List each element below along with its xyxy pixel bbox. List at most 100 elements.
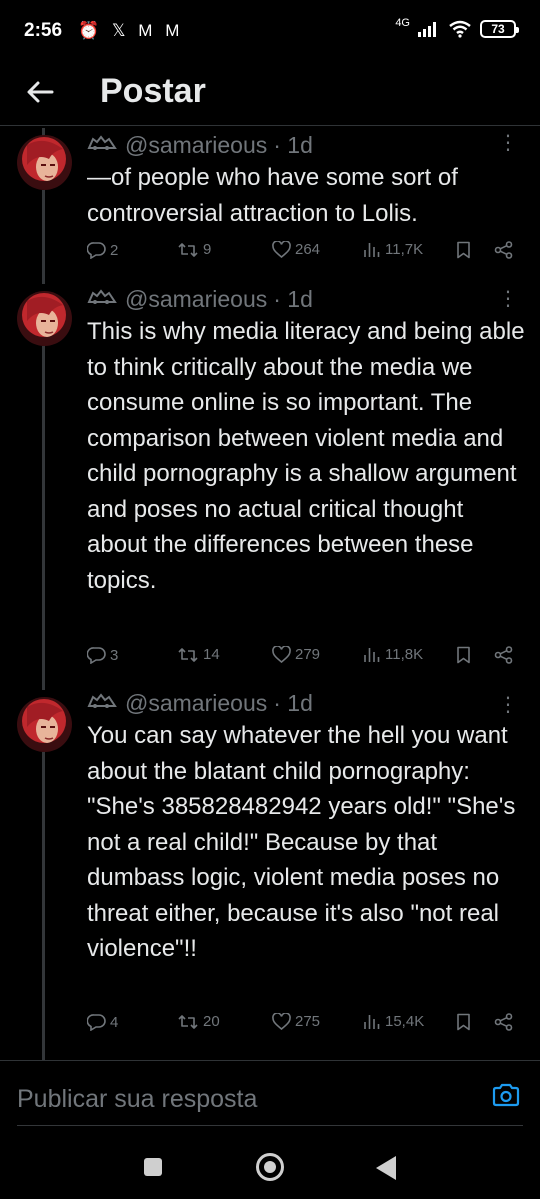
repost-button[interactable]: 14	[177, 646, 220, 663]
like-button[interactable]: 264	[272, 241, 320, 258]
repost-icon	[178, 647, 198, 662]
repost-count: 14	[203, 646, 220, 663]
reply-icon	[87, 242, 106, 259]
like-count: 279	[295, 646, 321, 663]
tweet-time[interactable]: · 1d	[273, 690, 313, 717]
reply-icon	[87, 1014, 106, 1031]
bookmark-button[interactable]	[456, 241, 471, 259]
like-icon	[272, 646, 291, 663]
bookmark-icon	[457, 1013, 470, 1031]
status-time: 2:56	[24, 20, 63, 41]
more-icon[interactable]: ⋮	[498, 289, 518, 309]
tweet-time[interactable]: · 1d	[273, 132, 313, 159]
reply-count: 4	[110, 1013, 119, 1031]
repost-icon	[178, 242, 198, 257]
tweet-meta: @samarieous · 1d	[87, 132, 313, 159]
recents-button[interactable]	[144, 1158, 162, 1176]
share-icon	[494, 1013, 513, 1031]
like-count: 264	[295, 241, 321, 258]
tweet-handle[interactable]: @samarieous	[125, 286, 267, 313]
network-label: 4G	[395, 17, 410, 29]
views-icon	[364, 1015, 380, 1029]
tweet[interactable]: @samarieous · 1d ⋮ This is why media lit…	[0, 284, 540, 680]
like-button[interactable]: 275	[272, 1013, 320, 1030]
tweet-actions: 3 14 279 11,8K	[87, 646, 520, 670]
system-back-button[interactable]	[376, 1156, 396, 1180]
tweet-text: —of people who have some sort of controv…	[87, 164, 458, 227]
reply-underline	[17, 1125, 523, 1126]
views-count: 15,4K	[385, 1013, 425, 1030]
repost-icon	[178, 1014, 198, 1029]
avatar-image	[17, 135, 72, 190]
tweet[interactable]: @samarieous · 1d ⋮ —of people who have s…	[0, 128, 540, 276]
views-count: 11,7K	[385, 241, 424, 258]
repost-button[interactable]: 9	[177, 241, 211, 258]
battery-level: 73	[491, 22, 505, 36]
status-right: 4G 73	[395, 17, 519, 38]
user-emoji-icon	[87, 132, 117, 159]
tweet-actions: 4 20 275 15,4K	[87, 1013, 520, 1037]
avatar[interactable]	[17, 135, 72, 190]
like-icon	[272, 1013, 291, 1030]
wifi-icon	[449, 20, 471, 38]
share-button[interactable]	[494, 241, 513, 259]
header: Postar	[0, 62, 540, 126]
tweet[interactable]: @samarieous · 1d ⋮ You can say whatever …	[0, 690, 540, 1056]
reply-button[interactable]: 3	[87, 646, 118, 664]
tweet-text: You can say whatever the hell you want a…	[87, 722, 516, 962]
back-button[interactable]	[22, 74, 58, 110]
status-bar: 2:56 ⏰ 𝕏 M M 4G 73	[0, 0, 540, 64]
repost-count: 9	[203, 241, 212, 258]
reply-button[interactable]: 4	[87, 1013, 118, 1031]
avatar[interactable]	[17, 291, 72, 346]
battery-icon: 73	[480, 20, 519, 38]
tweet-meta: @samarieous · 1d	[87, 690, 313, 717]
more-icon[interactable]: ⋮	[498, 695, 518, 715]
share-icon	[494, 646, 513, 664]
tweet-text: This is why media literacy and being abl…	[87, 318, 525, 594]
user-emoji-icon	[87, 286, 117, 313]
views-count: 11,8K	[385, 646, 424, 663]
views-button[interactable]: 11,8K	[363, 646, 423, 663]
reply-count: 3	[110, 646, 119, 664]
views-icon	[364, 648, 380, 662]
repost-button[interactable]: 20	[177, 1013, 220, 1030]
page-title: Postar	[100, 72, 206, 110]
camera-icon	[492, 1083, 520, 1107]
more-icon[interactable]: ⋮	[498, 133, 518, 153]
camera-button[interactable]	[492, 1083, 520, 1112]
reply-button[interactable]: 2	[87, 241, 118, 259]
like-icon	[272, 241, 291, 258]
bookmark-icon	[457, 241, 470, 259]
signal-icon	[418, 22, 436, 37]
tweet-handle[interactable]: @samarieous	[125, 690, 267, 717]
back-arrow-icon	[27, 81, 54, 103]
repost-count: 20	[203, 1013, 220, 1030]
bookmark-icon	[457, 646, 470, 664]
tweet-handle[interactable]: @samarieous	[125, 132, 267, 159]
tweet-meta: @samarieous · 1d	[87, 286, 313, 313]
home-button[interactable]	[256, 1153, 284, 1181]
views-button[interactable]: 15,4K	[363, 1013, 424, 1030]
like-count: 275	[295, 1013, 321, 1030]
bookmark-button[interactable]	[456, 1013, 471, 1031]
views-icon	[364, 243, 380, 257]
share-button[interactable]	[494, 1013, 513, 1031]
system-nav-bar	[0, 1130, 540, 1199]
share-icon	[494, 241, 513, 259]
share-button[interactable]	[494, 646, 513, 664]
avatar-image	[17, 291, 72, 346]
notification-icons: ⏰ 𝕏 M M	[78, 21, 184, 40]
avatar[interactable]	[17, 697, 72, 752]
tweet-actions: 2 9 264 11,7K	[87, 241, 520, 265]
reply-icon	[87, 647, 106, 664]
tweet-time[interactable]: · 1d	[273, 286, 313, 313]
views-button[interactable]: 11,7K	[363, 241, 423, 258]
bookmark-button[interactable]	[456, 646, 471, 664]
avatar-image	[17, 697, 72, 752]
like-button[interactable]: 279	[272, 646, 320, 663]
reply-input[interactable]: Publicar sua resposta	[17, 1085, 257, 1114]
reply-bar: Publicar sua resposta	[0, 1060, 540, 1130]
user-emoji-icon	[87, 690, 117, 717]
reply-count: 2	[110, 241, 119, 259]
